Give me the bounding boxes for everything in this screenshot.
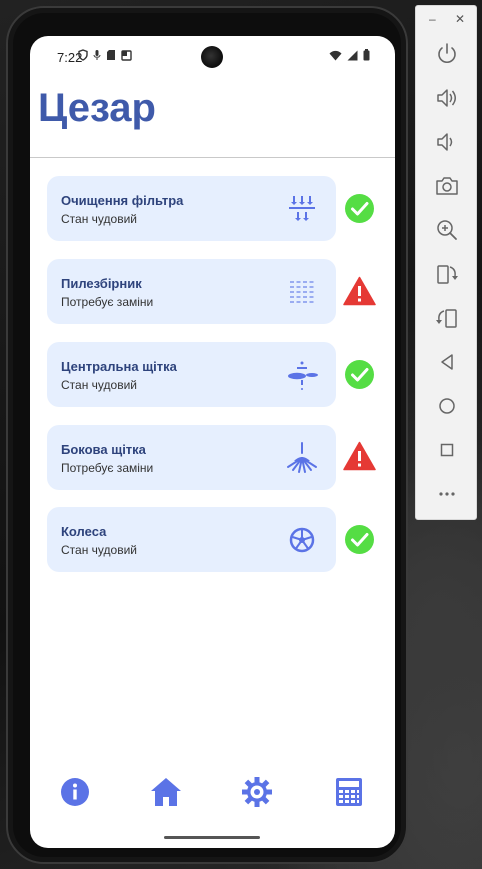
- settings-gear-icon[interactable]: [241, 776, 273, 808]
- card-status: Потребує заміни: [61, 461, 154, 475]
- window-minimize-button[interactable]: –: [429, 12, 436, 26]
- main-brush-icon: [288, 361, 318, 390]
- card-title: Центральна щітка: [61, 359, 177, 374]
- warning-icon: [343, 441, 376, 471]
- list-item-main-brush[interactable]: Центральна щітка Стан чудовий: [47, 342, 336, 407]
- list-item-side-brush[interactable]: Бокова щітка Потребує заміни: [47, 425, 336, 490]
- volume-down-icon[interactable]: [434, 129, 460, 155]
- header-divider: [30, 157, 395, 158]
- page-title: Цезар: [38, 86, 156, 130]
- home-circle-icon[interactable]: [434, 393, 460, 419]
- card-title: Бокова щітка: [61, 442, 146, 457]
- warning-icon: [343, 276, 376, 306]
- back-icon[interactable]: [434, 349, 460, 375]
- screen-icon: [121, 49, 132, 61]
- card-status: Стан чудовий: [61, 378, 137, 392]
- card-title: Очищення фільтра: [61, 193, 184, 208]
- rotate-left-icon[interactable]: [434, 261, 460, 287]
- wheel-icon: [289, 527, 315, 553]
- shield-icon: [78, 49, 88, 61]
- window-close-button[interactable]: ✕: [455, 12, 465, 26]
- home-icon[interactable]: [150, 776, 182, 808]
- emulator-toolbar: – ✕: [415, 5, 477, 520]
- info-icon[interactable]: [59, 776, 91, 808]
- power-icon[interactable]: [434, 41, 460, 67]
- list-item-dustbin[interactable]: Пилезбірник Потребує заміни: [47, 259, 336, 324]
- camera-icon[interactable]: [434, 173, 460, 199]
- overview-icon[interactable]: [434, 437, 460, 463]
- card-status: Потребує заміни: [61, 295, 154, 309]
- status-notification-icons: [78, 49, 132, 61]
- more-icon[interactable]: [434, 481, 460, 507]
- phone-frame: 7:22 Цезар Очищення фільтра Стан чудовий: [6, 6, 408, 864]
- mic-icon: [93, 50, 101, 60]
- check-circle-icon: [345, 194, 374, 223]
- zoom-icon[interactable]: [434, 217, 460, 243]
- volume-up-icon[interactable]: [434, 85, 460, 111]
- battery-icon: [363, 49, 370, 61]
- calculator-icon[interactable]: [333, 776, 365, 808]
- home-indicator-bar[interactable]: [164, 836, 260, 839]
- phone-screen: 7:22 Цезар Очищення фільтра Стан чудовий: [30, 36, 395, 848]
- sd-card-icon: [107, 50, 115, 60]
- check-circle-icon: [345, 360, 374, 389]
- bottom-navigation: [30, 776, 395, 816]
- card-status: Стан чудовий: [61, 543, 137, 557]
- status-system-icons: [329, 49, 370, 61]
- status-bar: 7:22: [30, 36, 395, 76]
- card-title: Пилезбірник: [61, 276, 142, 291]
- signal-icon: [347, 50, 358, 60]
- list-item-wheels[interactable]: Колеса Стан чудовий: [47, 507, 336, 572]
- list-item-filter[interactable]: Очищення фільтра Стан чудовий: [47, 176, 336, 241]
- rotate-right-icon[interactable]: [434, 305, 460, 331]
- filter-cleaning-icon: [289, 196, 315, 221]
- card-title: Колеса: [61, 524, 107, 539]
- card-status: Стан чудовий: [61, 212, 137, 226]
- dustbin-icon: [290, 281, 314, 303]
- side-brush-icon: [287, 442, 317, 473]
- front-camera: [201, 46, 223, 68]
- check-circle-icon: [345, 525, 374, 554]
- wifi-icon: [329, 50, 342, 60]
